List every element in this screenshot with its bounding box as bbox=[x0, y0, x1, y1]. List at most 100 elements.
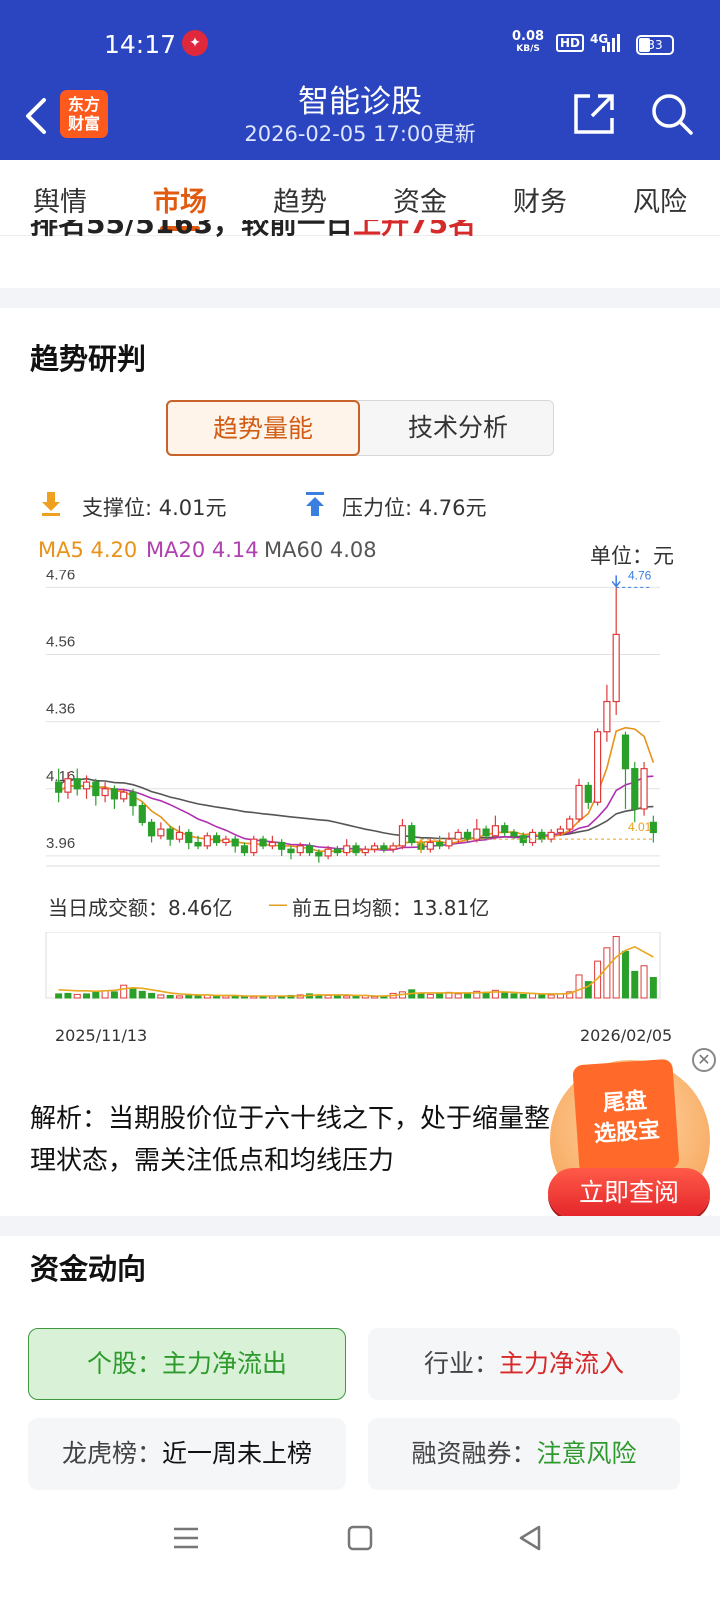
search-icon[interactable] bbox=[650, 92, 694, 136]
volume-bar bbox=[92, 991, 100, 999]
candle-body bbox=[482, 828, 490, 837]
volume-bar bbox=[631, 970, 639, 999]
pressure-value-label: 4.76 bbox=[628, 570, 652, 582]
candle-body bbox=[621, 734, 630, 770]
volume-bar bbox=[213, 995, 221, 999]
pressure-marker-icon bbox=[611, 575, 621, 588]
candlestick-chart[interactable]: 4.764.564.364.163.964.764.01 bbox=[0, 570, 720, 880]
volume-bar bbox=[640, 965, 648, 999]
close-icon[interactable]: ✕ bbox=[692, 1048, 716, 1072]
net-speed-value: 0.08 bbox=[512, 29, 545, 44]
section-divider bbox=[0, 288, 720, 308]
app-notification-icon: ✦ bbox=[182, 30, 208, 56]
candle-body bbox=[203, 835, 211, 847]
segment-trend-volume[interactable]: 趋势量能 bbox=[166, 400, 360, 456]
candle-body bbox=[333, 848, 342, 854]
support-level: 支撑位: 4.01元 bbox=[82, 496, 227, 520]
ma20-line bbox=[58, 775, 654, 851]
tab-risk[interactable]: 风险 bbox=[610, 180, 710, 219]
volume-bar bbox=[417, 993, 425, 999]
ma60-line bbox=[58, 777, 654, 840]
system-nav-bar bbox=[0, 1496, 720, 1600]
volume-bar bbox=[129, 988, 137, 999]
menu-icon[interactable] bbox=[172, 1524, 200, 1552]
volume-bar bbox=[649, 977, 657, 999]
promo-view-button[interactable]: 立即查阅 bbox=[548, 1168, 710, 1218]
tab-trend[interactable]: 趋势 bbox=[250, 180, 350, 219]
ranking-text-partial: 排名55/5163，较前一日上升75名 bbox=[30, 220, 630, 242]
fund-card-value: 主力净流出 bbox=[162, 1349, 288, 1378]
volume-bar bbox=[64, 992, 72, 999]
fund-card-margin[interactable]: 融资融券：注意风险 bbox=[368, 1418, 680, 1490]
back-icon[interactable] bbox=[516, 1524, 544, 1552]
candle-body bbox=[445, 838, 453, 847]
fund-card-value: 近一周未上榜 bbox=[162, 1439, 313, 1468]
fund-card-dragon-tiger[interactable]: 龙虎榜：近一周未上榜 bbox=[28, 1418, 346, 1490]
tab-market[interactable]: 市场 bbox=[130, 180, 230, 219]
fund-card-industry[interactable]: 行业：主力净流入 bbox=[368, 1328, 680, 1400]
volume-avg-marker: — bbox=[268, 892, 288, 916]
candle-body bbox=[566, 818, 574, 830]
volume-bar bbox=[603, 947, 611, 999]
hd-icon: HD bbox=[556, 34, 585, 52]
candle-body bbox=[547, 831, 555, 840]
candle-body bbox=[593, 731, 602, 803]
volume-bar bbox=[575, 974, 583, 999]
candle-body bbox=[436, 841, 444, 847]
ma60-value: MA60 4.08 bbox=[264, 538, 377, 562]
candle-body bbox=[352, 845, 360, 854]
net-speed-unit: KB/S bbox=[516, 44, 540, 54]
volume-bar bbox=[222, 995, 230, 999]
volume-bar bbox=[621, 950, 629, 999]
ma5-value: MA5 4.20 bbox=[38, 538, 138, 562]
candle-body bbox=[82, 781, 91, 790]
candle-body bbox=[278, 841, 286, 850]
volume-bar bbox=[175, 995, 183, 999]
trend-segment-control: 趋势量能 技术分析 bbox=[166, 400, 554, 456]
status-time: 14:17 bbox=[104, 30, 177, 59]
volume-bar bbox=[426, 993, 434, 999]
candle-body bbox=[398, 825, 407, 847]
candle-body bbox=[110, 788, 119, 800]
candle-body bbox=[166, 828, 174, 840]
tab-funds[interactable]: 资金 bbox=[370, 180, 470, 219]
candle-body bbox=[603, 700, 611, 733]
promo-card: 尾盘 选股宝 bbox=[572, 1058, 680, 1176]
candle-body bbox=[73, 778, 81, 790]
segment-technical-analysis[interactable]: 技术分析 bbox=[361, 401, 555, 455]
promo-widget[interactable]: 尾盘 选股宝 立即查阅 ✕ bbox=[548, 1048, 716, 1232]
volume-bar bbox=[120, 984, 128, 999]
volume-today: 当日成交额：8.46亿 bbox=[48, 896, 233, 920]
candle-body bbox=[64, 778, 72, 793]
support-arrow-icon bbox=[42, 492, 60, 516]
date-start: 2025/11/13 bbox=[55, 1026, 148, 1045]
volume-bar bbox=[464, 992, 472, 999]
candle-body bbox=[120, 791, 128, 800]
fund-card-label: 龙虎榜： bbox=[61, 1439, 162, 1468]
tab-sentiment[interactable]: 舆情 bbox=[10, 180, 110, 219]
fund-card-label: 行业： bbox=[423, 1349, 499, 1378]
volume-bar bbox=[101, 990, 109, 999]
volume-bar bbox=[333, 995, 341, 999]
candle-body bbox=[361, 848, 369, 854]
battery-icon: 33 bbox=[636, 35, 674, 55]
volume-bar bbox=[324, 994, 332, 999]
tab-finance[interactable]: 财务 bbox=[490, 180, 590, 219]
candle-body bbox=[213, 835, 221, 844]
signal-bars-icon bbox=[602, 34, 620, 52]
fund-card-stock[interactable]: 个股：主力净流出 bbox=[28, 1328, 346, 1400]
candle-body bbox=[631, 768, 639, 810]
share-icon[interactable] bbox=[572, 92, 616, 136]
candle-body bbox=[287, 848, 295, 854]
candle-body bbox=[147, 821, 156, 837]
pressure-level: 压力位: 4.76元 bbox=[342, 496, 487, 520]
fund-card-value: 主力净流入 bbox=[499, 1349, 625, 1378]
status-bar: 14:17 ✦ 0.08 KB/S HD 4G 33 bbox=[0, 0, 720, 76]
fund-card-label: 个股： bbox=[86, 1349, 162, 1378]
candle-body bbox=[473, 828, 481, 840]
home-icon[interactable] bbox=[346, 1524, 374, 1552]
trend-section-title: 趋势研判 bbox=[30, 342, 147, 376]
volume-bar bbox=[612, 936, 620, 999]
fund-section-title: 资金动向 bbox=[30, 1252, 147, 1286]
y-tick-label: 4.76 bbox=[46, 570, 75, 583]
